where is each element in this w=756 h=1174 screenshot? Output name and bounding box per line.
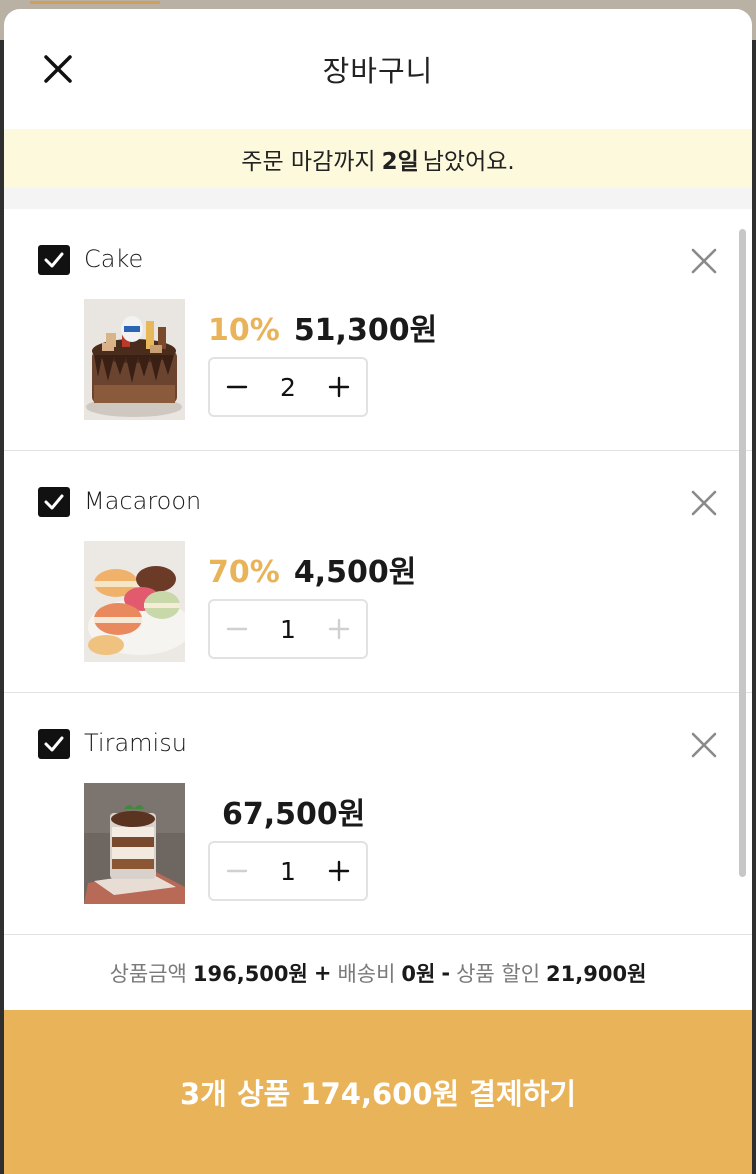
discount-amount: 21,900원 <box>546 961 647 986</box>
discount-rate: 10% <box>208 313 280 348</box>
remove-item-button[interactable] <box>688 729 720 761</box>
page-title: 장바구니 <box>322 54 434 88</box>
plus-icon <box>328 376 350 398</box>
quantity-value: 1 <box>280 614 296 644</box>
cart-item-cake: Cake 10% 51,300원 2 <box>4 209 752 451</box>
item-price: 4,500원 <box>293 555 417 590</box>
decrease-button[interactable] <box>222 856 252 886</box>
decrease-button[interactable] <box>222 372 252 402</box>
minus-icon <box>226 869 248 873</box>
item-name: Cake <box>84 245 144 273</box>
macaroon-image <box>84 541 185 662</box>
item-name: Macaroon <box>84 487 202 515</box>
close-icon <box>44 55 72 83</box>
discount-rate: 70% <box>208 555 280 590</box>
item-price: 51,300원 <box>293 313 438 348</box>
section-gap <box>4 188 752 209</box>
cart-list[interactable]: Cake 10% 51,300원 2 Macaroon 70% 4,500원 1… <box>4 209 752 935</box>
item-image-tiramisu <box>84 783 185 904</box>
price-row: 10% 51,300원 <box>208 305 437 349</box>
plus-sign: + <box>313 960 332 985</box>
plus-icon <box>328 860 350 882</box>
item-checkbox[interactable] <box>38 729 70 759</box>
remove-item-button[interactable] <box>688 245 720 277</box>
quantity-stepper: 2 <box>208 357 368 417</box>
increase-button[interactable] <box>324 614 354 644</box>
increase-button[interactable] <box>324 856 354 886</box>
deadline-suffix: 남았어요. <box>422 148 515 175</box>
cart-item-tiramisu: Tiramisu 67,500원 1 <box>4 693 752 935</box>
checkout-button[interactable]: 3개 상품 174,600원 결제하기 <box>4 1010 752 1174</box>
cart-sheet: 장바구니 주문 마감까지 2일 남았어요. Cake 10% 51,300원 2… <box>4 9 752 1174</box>
remove-icon <box>691 490 717 516</box>
item-name: Tiramisu <box>84 729 187 757</box>
cart-header: 장바구니 <box>4 9 752 129</box>
quantity-stepper: 1 <box>208 841 368 901</box>
minus-icon <box>226 385 248 389</box>
shipping-amount: 0원 <box>401 961 436 986</box>
price-row: 67,500원 <box>208 789 365 833</box>
shipping-label: 배송비 <box>337 961 396 986</box>
minus-icon <box>226 627 248 631</box>
tiramisu-image <box>84 783 185 904</box>
item-checkbox[interactable] <box>38 245 70 275</box>
remove-icon <box>691 732 717 758</box>
deadline-prefix: 주문 마감까지 <box>241 148 376 175</box>
price-row: 70% 4,500원 <box>208 547 416 591</box>
close-button[interactable] <box>38 49 78 89</box>
product-amount-label: 상품금액 <box>109 961 187 986</box>
cake-image <box>84 299 185 420</box>
quantity-value: 1 <box>280 856 296 886</box>
discount-label: 상품 할인 <box>456 961 541 986</box>
plus-icon <box>328 618 350 640</box>
backdrop-peek <box>30 0 160 4</box>
deadline-banner: 주문 마감까지 2일 남았어요. <box>4 129 752 188</box>
item-image-macaroon <box>84 541 185 662</box>
check-icon <box>44 736 64 752</box>
decrease-button[interactable] <box>222 614 252 644</box>
price-summary: 상품금액 196,500원 + 배송비 0원 - 상품 할인 21,900원 <box>4 934 752 1010</box>
scrollbar[interactable] <box>739 229 746 877</box>
product-amount: 196,500원 <box>192 961 308 986</box>
item-checkbox[interactable] <box>38 487 70 517</box>
item-image-cake <box>84 299 185 420</box>
check-icon <box>44 252 64 268</box>
increase-button[interactable] <box>324 372 354 402</box>
deadline-days: 2일 <box>381 148 419 175</box>
remove-icon <box>691 248 717 274</box>
quantity-stepper: 1 <box>208 599 368 659</box>
remove-item-button[interactable] <box>688 487 720 519</box>
item-price: 67,500원 <box>222 797 366 832</box>
check-icon <box>44 494 64 510</box>
cart-item-macaroon: Macaroon 70% 4,500원 1 <box>4 451 752 693</box>
minus-sign: - <box>441 960 451 985</box>
quantity-value: 2 <box>280 372 296 402</box>
